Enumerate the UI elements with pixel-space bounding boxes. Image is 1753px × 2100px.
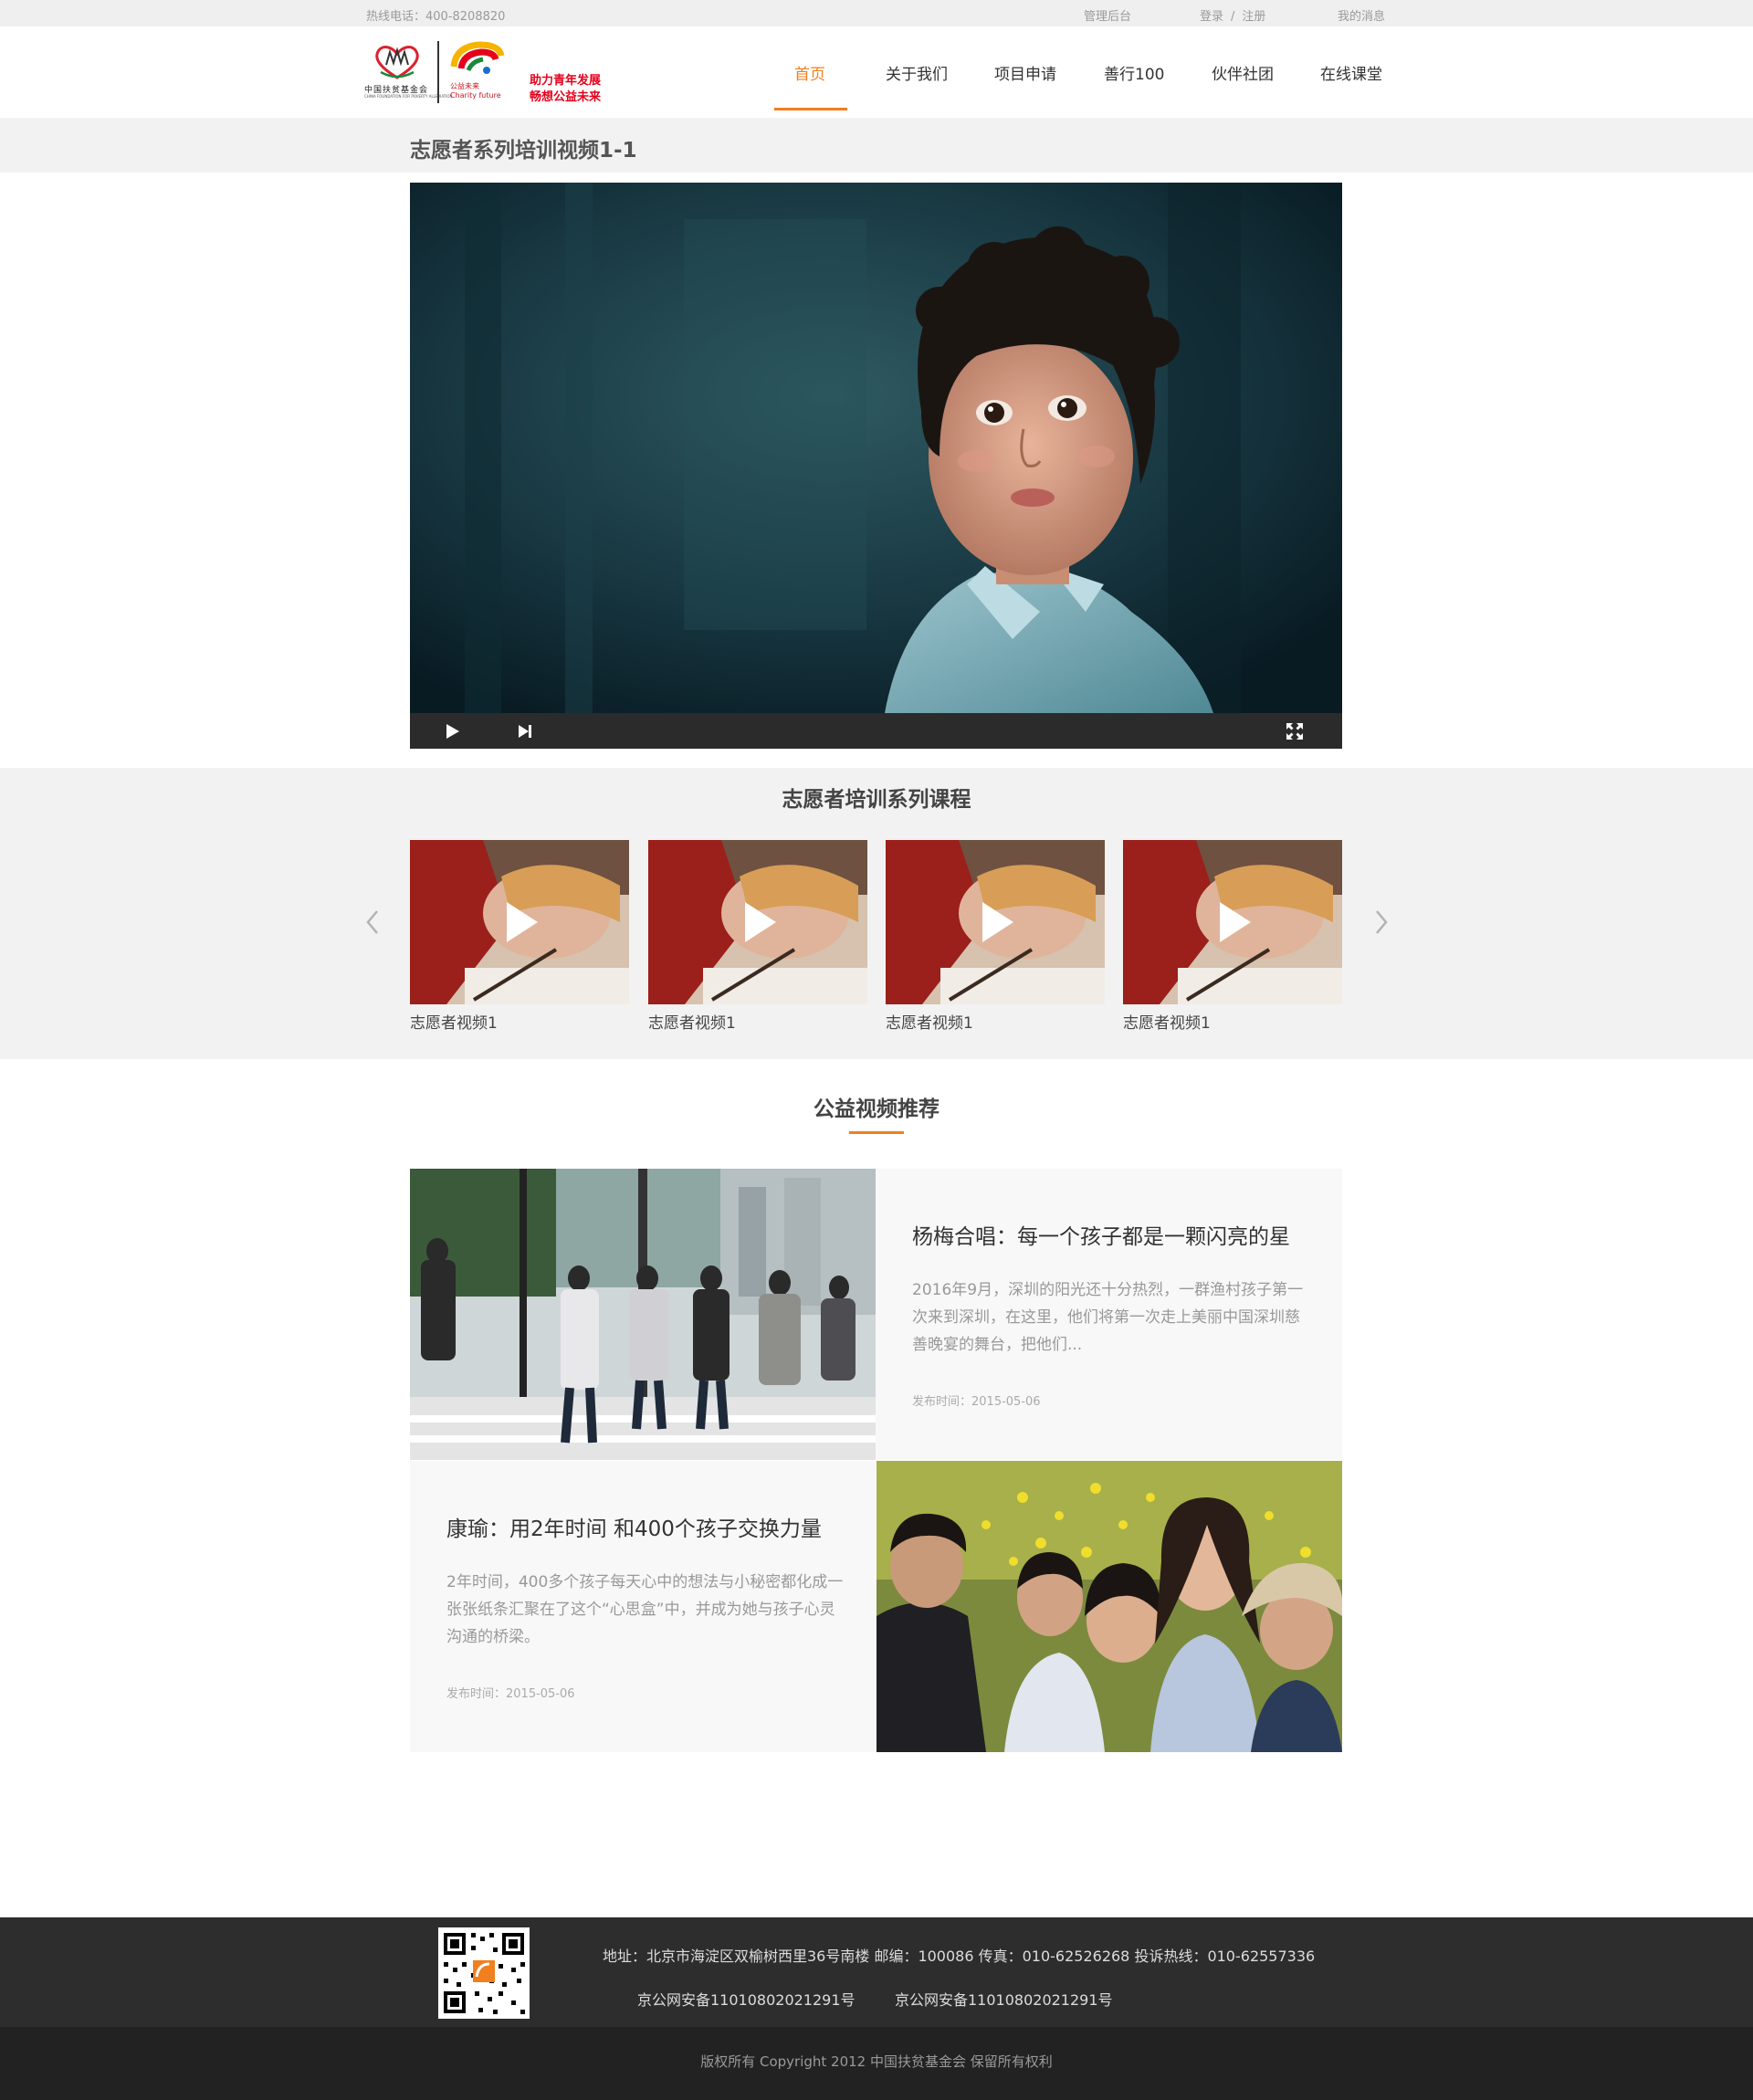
nav-item-about[interactable]: 关于我们: [886, 61, 948, 84]
foundation-emblem-icon: [375, 46, 419, 79]
charity-future-cn: 公益未来: [450, 82, 479, 90]
recommend-title[interactable]: 康瑜：用2年时间 和400个孩子交换力量: [446, 1511, 822, 1542]
charity-future-emblem-icon: [450, 41, 505, 74]
course-thumbnail[interactable]: [648, 840, 867, 1004]
video-player[interactable]: [410, 183, 1342, 749]
nav-item-online-classroom[interactable]: 在线课堂: [1320, 61, 1382, 84]
course-card[interactable]: 志愿者视频1: [886, 840, 1105, 1041]
footer-icp-record-2: 京公网安备11010802021291号: [895, 1991, 1113, 2009]
page-title-strip: 志愿者系列培训视频1-1: [0, 118, 1753, 173]
recommend-description: 2年时间，400多个孩子每天心中的想法与小秘密都化成一张张纸条汇聚在了这个“心思…: [446, 1573, 844, 1646]
course-card[interactable]: 志愿者视频1: [648, 840, 867, 1041]
recommend-description: 2016年9月，深圳的阳光还十分热烈，一群渔村孩子第一次来到深圳，在这里，他们将…: [912, 1281, 1304, 1354]
login-link[interactable]: 登录: [1200, 10, 1223, 24]
charity-future-en: Charity future: [450, 91, 501, 100]
next-icon[interactable]: [515, 721, 535, 741]
recommend-title-underline: [849, 1131, 904, 1134]
nav-item-home[interactable]: 首页: [794, 61, 825, 84]
site-header: 中国扶贫基金会 CHINA FOUNDATION FOR POVERTY ALL…: [0, 26, 1753, 118]
recommend-card: 杨梅合唱：每一个孩子都是一颗闪亮的星 2016年9月，深圳的阳光还十分热烈，一群…: [876, 1169, 1342, 1460]
auth-separator: /: [1231, 10, 1235, 24]
hotline-text: 热线电话：400-8208820: [366, 10, 506, 24]
course-carousel: 志愿者培训系列课程 志愿者视频1 志愿者视频1 志愿者视频1 志愿者视频1: [0, 768, 1753, 1059]
foundation-english-name: CHINA FOUNDATION FOR POVERTY ALLEVIATION: [364, 94, 453, 99]
recommend-title[interactable]: 杨梅合唱：每一个孩子都是一颗闪亮的星: [912, 1219, 1290, 1250]
recommend-date: 发布时间：2015-05-06: [912, 1395, 1041, 1409]
top-utility-bar: 热线电话：400-8208820 管理后台 登录 / 注册 我的消息: [0, 0, 1753, 26]
page-title: 志愿者系列培训视频1-1: [410, 139, 637, 163]
recommend-section-title: 公益视频推荐: [814, 1097, 939, 1121]
nav-item-good-deeds-100[interactable]: 善行100: [1104, 61, 1164, 84]
slogan-line-1: 助力青年发展: [530, 74, 602, 88]
course-caption[interactable]: 志愿者视频1: [1123, 1010, 1211, 1033]
course-thumbnail[interactable]: [886, 840, 1105, 1004]
site-footer: 地址：北京市海淀区双榆树西里36号南楼 邮编：100086 传真：010-625…: [0, 1917, 1753, 2027]
course-card[interactable]: 志愿者视频1: [1123, 840, 1342, 1041]
footer-address: 地址：北京市海淀区双榆树西里36号南楼 邮编：100086 传真：010-625…: [603, 1948, 1316, 1965]
auth-links: 登录 / 注册: [1200, 6, 1265, 24]
register-link[interactable]: 注册: [1242, 10, 1265, 24]
recommend-card: 康瑜：用2年时间 和400个孩子交换力量 2年时间，400多个孩子每天心中的想法…: [410, 1461, 876, 1752]
course-thumbnail[interactable]: [1123, 840, 1342, 1004]
player-controls: [410, 713, 1342, 749]
recommend-date: 发布时间：2015-05-06: [446, 1687, 575, 1701]
footer-icp-record-1: 京公网安备11010802021291号: [637, 1991, 856, 2009]
recommend-image-children[interactable]: [876, 1461, 1342, 1752]
qr-code-icon: [438, 1927, 530, 2019]
slogan-line-2: 畅想公益未来: [530, 90, 602, 104]
video-frame[interactable]: [410, 183, 1342, 713]
chevron-right-icon[interactable]: [1371, 908, 1391, 937]
recommend-image-crowd[interactable]: [410, 1169, 876, 1460]
copyright-text: 版权所有 Copyright 2012 中国扶贫基金会 保留所有权利: [700, 2053, 1053, 2070]
messages-link[interactable]: 我的消息: [1338, 6, 1385, 24]
course-caption[interactable]: 志愿者视频1: [648, 1010, 736, 1033]
logo-divider: [437, 41, 439, 103]
chevron-left-icon[interactable]: [362, 908, 383, 937]
nav-active-indicator: [774, 108, 847, 110]
nav-item-project-apply[interactable]: 项目申请: [994, 61, 1056, 84]
site-logo[interactable]: 中国扶贫基金会 CHINA FOUNDATION FOR POVERTY ALL…: [362, 39, 609, 105]
course-caption[interactable]: 志愿者视频1: [410, 1010, 498, 1033]
fullscreen-icon[interactable]: [1285, 721, 1305, 741]
admin-link[interactable]: 管理后台: [1084, 6, 1131, 24]
play-icon[interactable]: [442, 721, 462, 741]
nav-item-partner-clubs[interactable]: 伙伴社团: [1212, 61, 1274, 84]
course-caption[interactable]: 志愿者视频1: [886, 1010, 973, 1033]
course-card[interactable]: 志愿者视频1: [410, 840, 629, 1041]
course-section-title: 志愿者培训系列课程: [782, 788, 971, 812]
copyright-bar: 版权所有 Copyright 2012 中国扶贫基金会 保留所有权利: [0, 2027, 1753, 2100]
course-thumbnail[interactable]: [410, 840, 629, 1004]
